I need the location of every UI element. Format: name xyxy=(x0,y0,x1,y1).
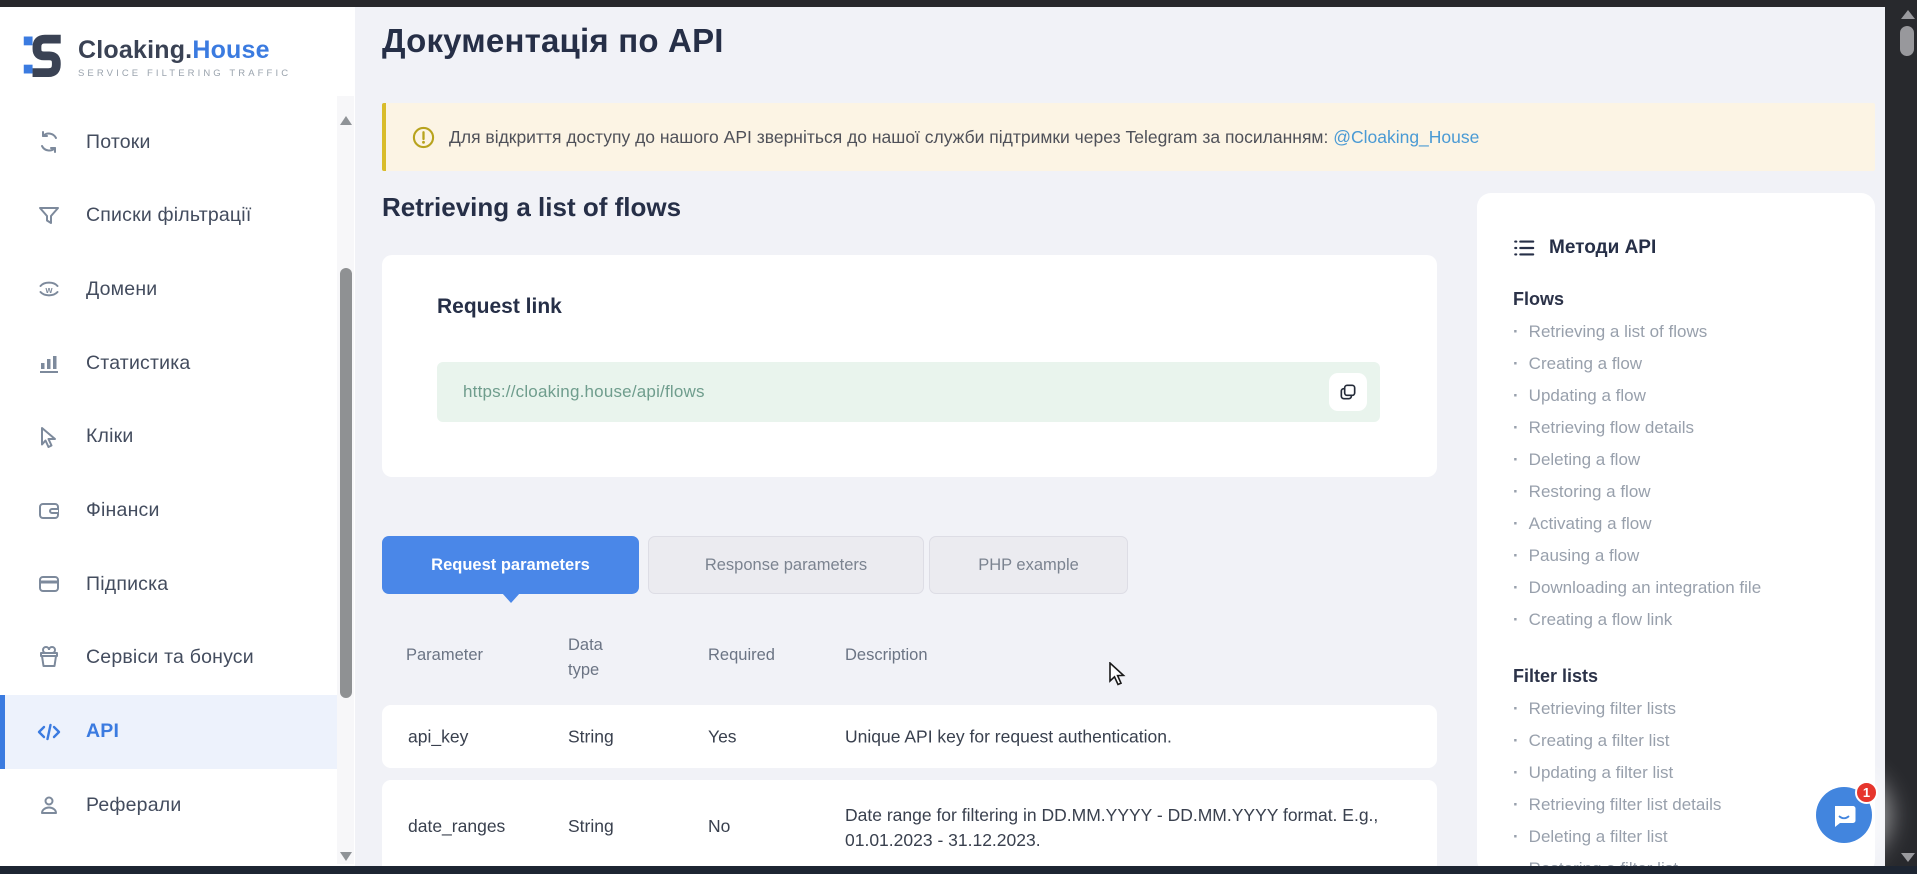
chat-launcher-button[interactable]: 1 xyxy=(1816,787,1872,843)
tab-request-parameters[interactable]: Request parameters xyxy=(382,536,639,594)
method-link[interactable]: ·Activating a flow xyxy=(1513,508,1875,540)
request-link-card: Request link https://cloaking.house/api/… xyxy=(382,255,1437,477)
window-right-strip xyxy=(1885,0,1917,874)
method-link[interactable]: ·Retrieving a list of flows xyxy=(1513,316,1875,348)
info-banner: Для відкриття доступу до нашого API звер… xyxy=(382,103,1875,171)
column-header-data-type: Data type xyxy=(568,633,630,683)
sidebar-item-referrals[interactable]: Реферали xyxy=(0,768,337,842)
sidebar-scrollbar-thumb[interactable] xyxy=(340,268,352,698)
page-scrollbar-up-arrow[interactable] xyxy=(1901,10,1915,19)
table-row: date_ranges String No Date range for fil… xyxy=(382,780,1437,874)
window-bottom-bar xyxy=(0,866,1917,874)
request-link-title: Request link xyxy=(437,295,562,319)
copy-icon xyxy=(1338,382,1358,402)
request-url: https://cloaking.house/api/flows xyxy=(463,382,705,402)
method-link[interactable]: ·Deleting a flow xyxy=(1513,444,1875,476)
sidebar: Cloaking.House SERVICE FILTERING TRAFFIC… xyxy=(0,7,355,866)
column-header-description: Description xyxy=(845,646,928,665)
api-methods-title: Методи API xyxy=(1513,237,1875,259)
sidebar-scrollbar-down-arrow[interactable] xyxy=(340,852,352,861)
credit-card-icon xyxy=(36,571,62,597)
sidebar-item-api[interactable]: API xyxy=(0,695,337,769)
sidebar-item-flows[interactable]: Потоки xyxy=(0,105,337,179)
method-link[interactable]: ·Restoring a flow xyxy=(1513,476,1875,508)
wallet-icon xyxy=(36,498,62,524)
page-title: Документація по API xyxy=(382,22,724,60)
sidebar-item-clicks[interactable]: Кліки xyxy=(0,400,337,474)
method-group-flows: Flows xyxy=(1513,289,1875,310)
sidebar-item-filter-lists[interactable]: Списки фільтрації xyxy=(0,179,337,253)
section-heading: Retrieving a list of flows xyxy=(382,192,681,223)
sidebar-item-label: Домени xyxy=(86,278,157,301)
sidebar-item-services-bonuses[interactable]: Сервіси та бонуси xyxy=(0,621,337,695)
funnel-icon xyxy=(36,203,62,229)
page-scrollbar-down-arrow[interactable] xyxy=(1901,853,1915,862)
sidebar-item-label: Потоки xyxy=(86,131,151,154)
cell-data-type: String xyxy=(568,726,614,747)
brand-name: Cloaking.House xyxy=(78,36,291,65)
sidebar-item-finances[interactable]: Фінанси xyxy=(0,474,337,548)
sidebar-item-subscription[interactable]: Підписка xyxy=(0,547,337,621)
sidebar-item-statistics[interactable]: Статистика xyxy=(0,326,337,400)
method-link[interactable]: ·Updating a filter list xyxy=(1513,757,1875,789)
sync-arrows-icon xyxy=(36,129,62,155)
gift-icon xyxy=(36,645,62,671)
api-methods-panel: Методи API Flows ·Retrieving a list of f… xyxy=(1477,193,1875,874)
column-header-required: Required xyxy=(708,646,775,665)
cell-required: No xyxy=(708,816,730,837)
cell-parameter: api_key xyxy=(408,726,468,747)
sidebar-item-label: Кліки xyxy=(86,425,134,448)
method-link[interactable]: ·Creating a flow link xyxy=(1513,604,1875,636)
method-link[interactable]: ·Downloading an integration file xyxy=(1513,572,1875,604)
sidebar-item-label: API xyxy=(86,720,119,743)
sidebar-item-label: Сервіси та бонуси xyxy=(86,646,254,669)
copy-button[interactable] xyxy=(1329,373,1367,411)
table-row: api_key String Yes Unique API key for re… xyxy=(382,705,1437,768)
chat-bubble-icon xyxy=(1829,800,1859,830)
page-scrollbar-thumb[interactable] xyxy=(1900,26,1914,56)
sidebar-item-label: Реферали xyxy=(86,794,181,817)
column-header-parameter: Parameter xyxy=(406,646,483,665)
sidebar-scrollbar-up-arrow[interactable] xyxy=(340,116,352,125)
method-link[interactable]: ·Creating a flow xyxy=(1513,348,1875,380)
cell-required: Yes xyxy=(708,726,737,747)
warning-circle-icon xyxy=(412,126,435,149)
sidebar-item-label: Фінанси xyxy=(86,499,160,522)
tab-php-example[interactable]: PHP example xyxy=(929,536,1128,594)
window-top-bar xyxy=(0,0,1917,7)
bar-chart-icon xyxy=(36,350,62,376)
cell-data-type: String xyxy=(568,816,614,837)
cell-description: Unique API key for request authenticatio… xyxy=(845,724,1390,749)
sidebar-item-label: Статистика xyxy=(86,352,190,375)
method-link[interactable]: ·Retrieving filter lists xyxy=(1513,693,1875,725)
method-group-filter-lists: Filter lists xyxy=(1513,666,1875,687)
code-icon xyxy=(36,719,62,745)
globe-icon: w xyxy=(36,276,62,302)
user-icon xyxy=(36,792,62,818)
sidebar-item-label: Списки фільтрації xyxy=(86,204,251,227)
telegram-link[interactable]: @Cloaking_House xyxy=(1333,127,1479,147)
sidebar-item-label: Підписка xyxy=(86,573,168,596)
tab-response-parameters[interactable]: Response parameters xyxy=(648,536,924,594)
request-url-box: https://cloaking.house/api/flows xyxy=(437,362,1380,422)
cursor-icon xyxy=(36,424,62,450)
svg-text:w: w xyxy=(44,285,53,295)
cloaking-house-logo-mark-icon xyxy=(22,29,66,86)
mouse-cursor xyxy=(1108,662,1130,693)
list-icon xyxy=(1513,238,1535,258)
method-link[interactable]: ·Pausing a flow xyxy=(1513,540,1875,572)
chat-notification-badge: 1 xyxy=(1855,781,1878,804)
method-link[interactable]: ·Updating a flow xyxy=(1513,380,1875,412)
brand-tagline: SERVICE FILTERING TRAFFIC xyxy=(78,68,291,79)
logo[interactable]: Cloaking.House SERVICE FILTERING TRAFFIC xyxy=(22,29,291,86)
cell-parameter: date_ranges xyxy=(408,816,505,837)
method-link[interactable]: ·Retrieving flow details xyxy=(1513,412,1875,444)
cell-description: Date range for filtering in DD.MM.YYYY -… xyxy=(845,803,1390,853)
banner-text: Для відкриття доступу до нашого API звер… xyxy=(449,127,1479,148)
sidebar-item-domains[interactable]: w Домени xyxy=(0,252,337,326)
method-link[interactable]: ·Creating a filter list xyxy=(1513,725,1875,757)
